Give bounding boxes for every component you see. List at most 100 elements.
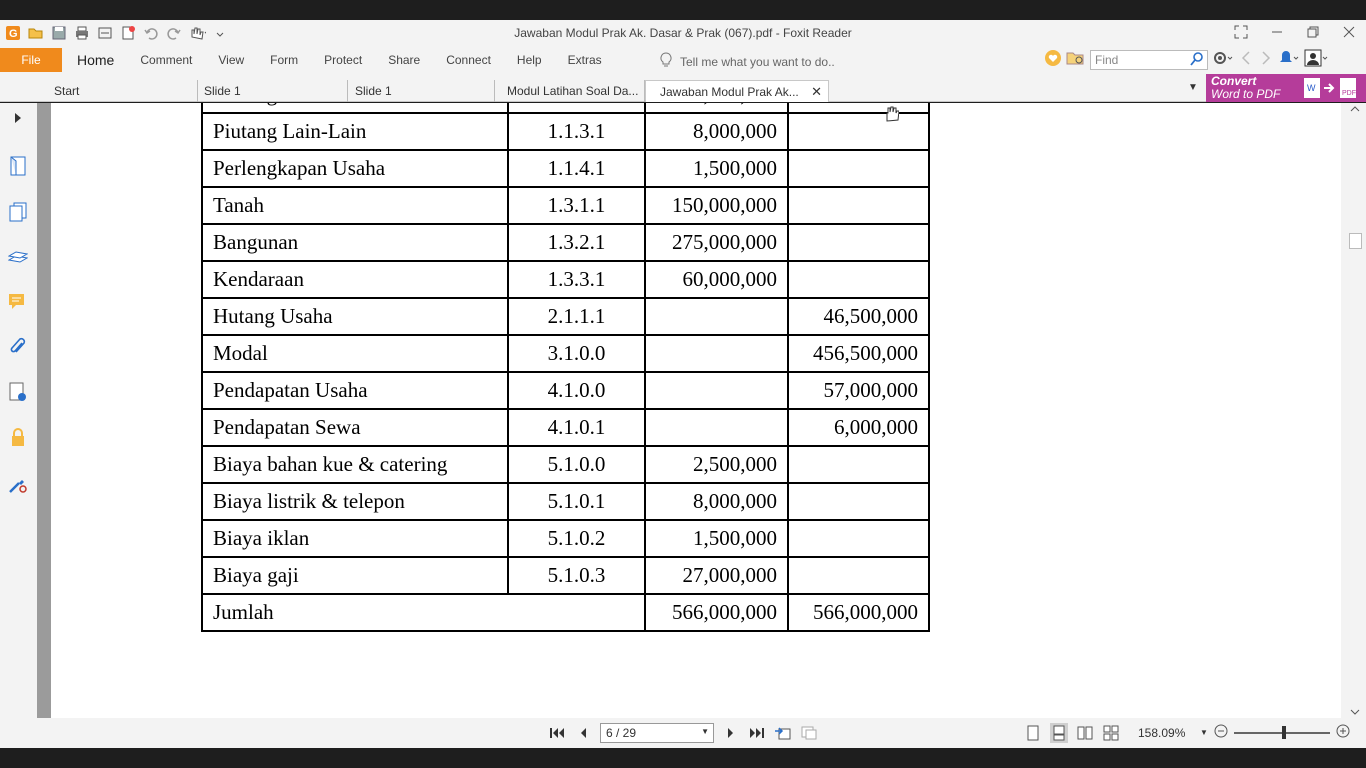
credit-cell: 46,500,000 [787, 297, 930, 336]
tab-slide-1[interactable]: Slide 1 [190, 80, 348, 102]
scroll-thumb[interactable] [1349, 233, 1362, 249]
lock-icon[interactable] [7, 426, 29, 448]
menu-comment[interactable]: Comment [127, 46, 205, 74]
menu-form[interactable]: Form [257, 46, 311, 74]
continuous-page-icon[interactable] [1050, 723, 1068, 743]
menu-view[interactable]: View [205, 46, 257, 74]
account-name-cell: Perlengkapan Usaha [201, 149, 509, 188]
tab-jawaban-modul[interactable]: Jawaban Modul Prak Ak... ✕ [645, 80, 829, 102]
attachments-icon[interactable] [7, 336, 29, 358]
page-navigation: 6 / 29 ▼ [548, 723, 818, 743]
scroll-down-icon[interactable] [1350, 708, 1360, 716]
next-view-icon[interactable] [800, 723, 818, 743]
account-code-cell: 4.1.0.1 [507, 408, 646, 447]
next-page-icon[interactable] [722, 723, 740, 743]
tab-label: Modul Latihan Soal Da... [507, 84, 639, 98]
scroll-up-icon[interactable] [1350, 105, 1360, 113]
user-icon[interactable] [1304, 49, 1328, 70]
table-row: Modal 3.1.0.0 456,500,000 [201, 334, 930, 373]
pdf-page-view: Piutang Usaha 1.1.2.1 2,500,000 Piutang … [51, 103, 1341, 718]
gear-icon[interactable] [1212, 49, 1234, 70]
menu-home[interactable]: Home [64, 46, 127, 74]
tell-me-box[interactable]: Tell me what you want to do.. [660, 52, 835, 71]
menu-help[interactable]: Help [504, 46, 555, 74]
menu-connect[interactable]: Connect [433, 46, 504, 74]
credit-cell [787, 556, 930, 595]
layers-icon[interactable] [7, 246, 29, 268]
account-name-cell: Biaya listrik & telepon [201, 482, 509, 521]
title-bar: G Jawaban Modul Prak Ak. Dasar & Prak (0… [0, 20, 1366, 46]
prev-result-icon[interactable] [1238, 49, 1254, 70]
previous-view-icon[interactable] [774, 723, 792, 743]
find-input[interactable]: Find [1090, 49, 1208, 70]
vertical-scrollbar[interactable] [1341, 103, 1366, 718]
zoom-slider-knob[interactable] [1281, 725, 1286, 739]
table-row: Piutang Usaha 1.1.2.1 2,500,000 [201, 103, 930, 114]
table-row: Tanah 1.3.1.1 150,000,000 [201, 186, 930, 225]
search-icon[interactable] [1190, 51, 1204, 69]
close-tab-icon[interactable]: ✕ [811, 84, 822, 100]
tab-start[interactable]: Start [40, 80, 198, 102]
minimize-button[interactable] [1266, 23, 1288, 41]
debit-cell: 27,000,000 [644, 556, 789, 595]
table-row: Perlengkapan Usaha 1.1.4.1 1,500,000 [201, 149, 930, 188]
page-number-text: 6 / 29 [606, 726, 637, 740]
heart-icon[interactable] [1044, 49, 1062, 70]
page-dropdown-icon[interactable]: ▼ [701, 727, 709, 736]
convert-line1: Convert [1211, 74, 1257, 88]
comments-icon[interactable] [7, 291, 29, 313]
window-title: Jawaban Modul Prak Ak. Dasar & Prak (067… [514, 26, 852, 40]
table-row: Biaya iklan 5.1.0.2 1,500,000 [201, 519, 930, 558]
zoom-out-icon[interactable] [1214, 724, 1228, 741]
expand-panel-icon[interactable] [7, 107, 29, 129]
single-page-icon[interactable] [1024, 723, 1042, 743]
next-result-icon[interactable] [1258, 49, 1274, 70]
signatures-icon[interactable] [7, 381, 29, 403]
tab-list-dropdown-icon[interactable]: ▼ [1188, 82, 1198, 93]
credit-cell [787, 260, 930, 299]
account-code-cell: 1.1.4.1 [507, 149, 646, 188]
account-name-cell: Pendapatan Sewa [201, 408, 509, 447]
close-button[interactable] [1338, 23, 1360, 41]
restore-button[interactable] [1302, 23, 1324, 41]
zoom-dropdown-icon[interactable]: ▼ [1200, 728, 1208, 737]
menu-protect[interactable]: Protect [311, 46, 375, 74]
menu-share[interactable]: Share [375, 46, 433, 74]
content-tools-icon[interactable] [7, 473, 29, 495]
credit-cell: 456,500,000 [787, 334, 930, 373]
pages-icon[interactable] [7, 201, 29, 223]
account-code-cell: 1.3.2.1 [507, 223, 646, 262]
zoom-level[interactable]: 158.09% [1138, 726, 1185, 740]
account-code-cell: 4.1.0.0 [507, 371, 646, 410]
account-name-cell: Hutang Usaha [201, 297, 509, 336]
account-code-cell: 1.3.3.1 [507, 260, 646, 299]
tab-modul-latihan[interactable]: Modul Latihan Soal Da... [493, 80, 645, 102]
previous-page-icon[interactable] [574, 723, 592, 743]
panel-splitter[interactable] [37, 103, 51, 718]
last-page-icon[interactable] [748, 723, 766, 743]
convert-word-to-pdf-banner[interactable]: Convert Word to PDF W PDF [1206, 74, 1366, 102]
menu-items: Home Comment View Form Protect Share Con… [64, 46, 615, 74]
credit-cell [787, 103, 930, 114]
bookmarks-icon[interactable] [7, 155, 29, 177]
continuous-facing-icon[interactable] [1102, 723, 1120, 743]
table-row: Pendapatan Sewa 4.1.0.1 6,000,000 [201, 408, 930, 447]
file-menu[interactable]: File [0, 48, 62, 72]
account-name-cell: Biaya gaji [201, 556, 509, 595]
first-page-icon[interactable] [548, 723, 566, 743]
zoom-slider[interactable] [1233, 725, 1330, 739]
account-code-cell: 2.1.1.1 [507, 297, 646, 336]
zoom-in-icon[interactable] [1336, 724, 1350, 741]
document-tab-bar: Start Slide 1 Slide 1 Modul Latihan Soal… [0, 74, 1366, 102]
facing-pages-icon[interactable] [1076, 723, 1094, 743]
page-number-input[interactable]: 6 / 29 ▼ [600, 723, 714, 743]
search-folder-icon[interactable] [1066, 49, 1086, 70]
bell-icon[interactable] [1278, 49, 1300, 70]
debit-cell: 60,000,000 [644, 260, 789, 299]
debit-cell: 2,500,000 [644, 445, 789, 484]
tab-slide-1-b[interactable]: Slide 1 [341, 80, 495, 102]
menu-extras[interactable]: Extras [555, 46, 615, 74]
fullscreen-icon[interactable] [1230, 23, 1252, 41]
left-navigation-panel [0, 103, 37, 718]
table-row: Bangunan 1.3.2.1 275,000,000 [201, 223, 930, 262]
